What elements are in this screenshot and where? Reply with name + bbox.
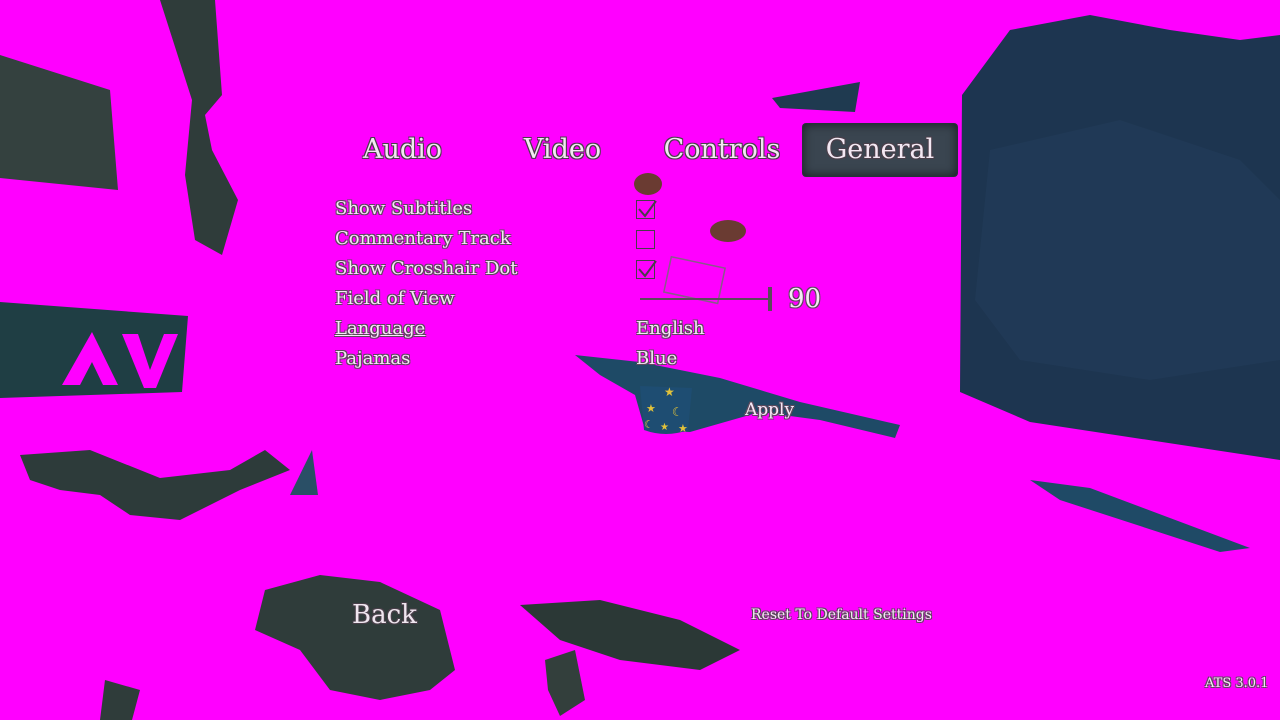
show-subtitles-label: Show Subtitles — [335, 198, 473, 219]
show-subtitles-checkbox[interactable] — [636, 200, 657, 219]
svg-text:★: ★ — [660, 422, 669, 433]
field-of-view-label: Field of View — [335, 288, 455, 309]
tab-controls[interactable]: Controls — [658, 124, 786, 176]
svg-text:☾: ☾ — [644, 418, 654, 431]
check-icon — [638, 200, 657, 218]
svg-text:★: ★ — [646, 402, 656, 415]
language-label: Language — [335, 318, 426, 339]
svg-text:★: ★ — [664, 385, 675, 399]
apply-button[interactable]: Apply — [745, 400, 794, 420]
version-label: ATS 3.0.1 — [1205, 676, 1269, 691]
pajamas-label: Pajamas — [335, 348, 411, 369]
settings-menu: Audio Video Controls General Show Subtit… — [0, 0, 1280, 720]
slider-handle[interactable] — [768, 287, 772, 311]
tab-audio[interactable]: Audio — [345, 124, 460, 176]
show-crosshair-dot-checkbox[interactable] — [636, 260, 657, 279]
show-crosshair-dot-label: Show Crosshair Dot — [335, 258, 518, 279]
svg-text:★: ★ — [678, 422, 688, 435]
field-of-view-slider[interactable] — [636, 285, 776, 313]
commentary-track-checkbox[interactable] — [636, 230, 655, 249]
check-icon — [638, 260, 657, 278]
reset-defaults-button[interactable]: Reset To Default Settings — [751, 607, 932, 623]
slider-track — [640, 298, 772, 300]
field-of-view-value: 90 — [788, 284, 822, 314]
pajamas-select[interactable]: Blue — [636, 347, 677, 371]
language-select[interactable]: English — [636, 317, 705, 341]
back-button[interactable]: Back — [352, 600, 417, 630]
star-moon-icon: ★ ★ ☾ ☾ ★ ★ — [640, 385, 692, 435]
tab-video[interactable]: Video — [505, 124, 620, 176]
tab-general[interactable]: General — [803, 124, 957, 176]
commentary-track-label: Commentary Track — [335, 228, 511, 249]
svg-text:☾: ☾ — [672, 405, 683, 419]
